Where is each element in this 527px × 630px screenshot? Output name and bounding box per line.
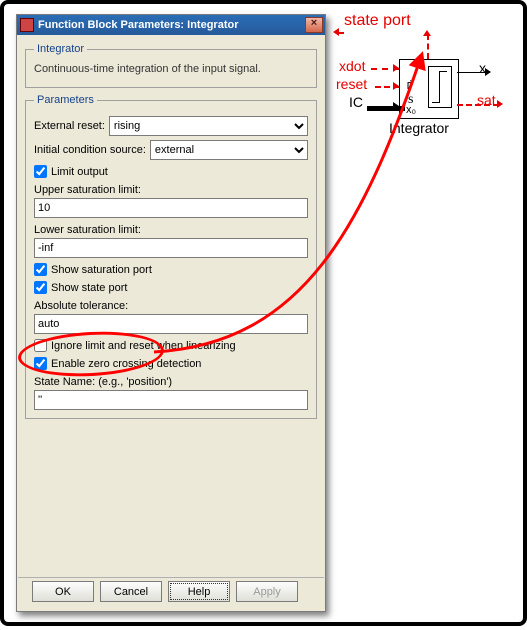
x0-symbol: x₀ [406, 104, 416, 116]
button-bar: OK Cancel Help Apply [18, 577, 324, 607]
arrowhead-icon [497, 100, 503, 108]
abs-tol-label: Absolute tolerance: [34, 300, 308, 312]
state-name-input[interactable] [34, 390, 308, 410]
sat-line [457, 104, 499, 106]
ignore-limit-label: Ignore limit and reset when linearizing [51, 340, 236, 352]
show-sat-port-label: Show saturation port [51, 264, 152, 276]
cancel-button[interactable]: Cancel [100, 581, 162, 602]
title-bar[interactable]: Function Block Parameters: Integrator × [17, 15, 325, 35]
ic-label: IC [349, 94, 363, 110]
state-port-line [427, 34, 429, 59]
external-reset-select[interactable]: rising [109, 116, 308, 136]
group-integrator: Integrator Continuous-time integration o… [25, 43, 317, 88]
apply-button[interactable]: Apply [236, 581, 298, 602]
ignore-limit-checkbox[interactable] [34, 339, 47, 352]
state-port-label: state port [344, 12, 411, 30]
group-parameters-legend: Parameters [34, 94, 97, 106]
x-line [457, 72, 487, 73]
abs-tol-input[interactable] [34, 314, 308, 334]
block-name: Integrator [389, 120, 449, 136]
ok-button[interactable]: OK [32, 581, 94, 602]
zero-cross-checkbox[interactable] [34, 357, 47, 370]
limit-output-checkbox[interactable] [34, 165, 47, 178]
window-title: Function Block Parameters: Integrator [38, 19, 305, 31]
arrowhead-icon [393, 64, 399, 72]
initial-cond-src-label: Initial condition source: [34, 144, 146, 156]
external-reset-label: External reset: [34, 120, 105, 132]
show-state-port-checkbox[interactable] [34, 281, 47, 294]
lower-sat-input[interactable] [34, 238, 308, 258]
show-state-port-label: Show state port [51, 282, 127, 294]
integrator-block: s ↱ x₀ [399, 59, 459, 119]
reset-label: reset [336, 76, 367, 92]
limit-output-label: Limit output [51, 166, 108, 178]
arrowhead-icon [333, 28, 339, 36]
integrator-diagram: state port xdot reset IC x sat s ↱ x₀ In… [339, 14, 519, 174]
state-name-label: State Name: (e.g., 'position') [34, 376, 308, 388]
rising-edge-icon: ↱ [405, 80, 415, 90]
show-sat-port-checkbox[interactable] [34, 263, 47, 276]
xdot-label: xdot [339, 58, 365, 74]
arrowhead-icon [393, 82, 399, 90]
help-button[interactable]: Help [168, 581, 230, 602]
group-integrator-legend: Integrator [34, 43, 87, 55]
canvas: Function Block Parameters: Integrator × … [0, 0, 527, 626]
group-parameters: Parameters External reset: rising Initia… [25, 94, 317, 419]
dialog-window: Function Block Parameters: Integrator × … [16, 14, 326, 612]
ic-line [367, 106, 405, 111]
app-icon [20, 18, 34, 32]
close-icon[interactable]: × [305, 17, 323, 33]
arrowhead-icon [423, 30, 431, 36]
dialog-body: Integrator Continuous-time integration o… [17, 35, 325, 579]
lower-sat-label: Lower saturation limit: [34, 224, 308, 236]
block-description: Continuous-time integration of the input… [34, 63, 308, 75]
arrowhead-icon [485, 68, 491, 76]
upper-sat-input[interactable] [34, 198, 308, 218]
upper-sat-label: Upper saturation limit: [34, 184, 308, 196]
zero-cross-label: Enable zero crossing detection [51, 358, 201, 370]
integral-icon [428, 66, 452, 108]
initial-cond-src-select[interactable]: external [150, 140, 308, 160]
state-port-out-line [339, 32, 344, 34]
arrowhead-icon [393, 102, 399, 110]
